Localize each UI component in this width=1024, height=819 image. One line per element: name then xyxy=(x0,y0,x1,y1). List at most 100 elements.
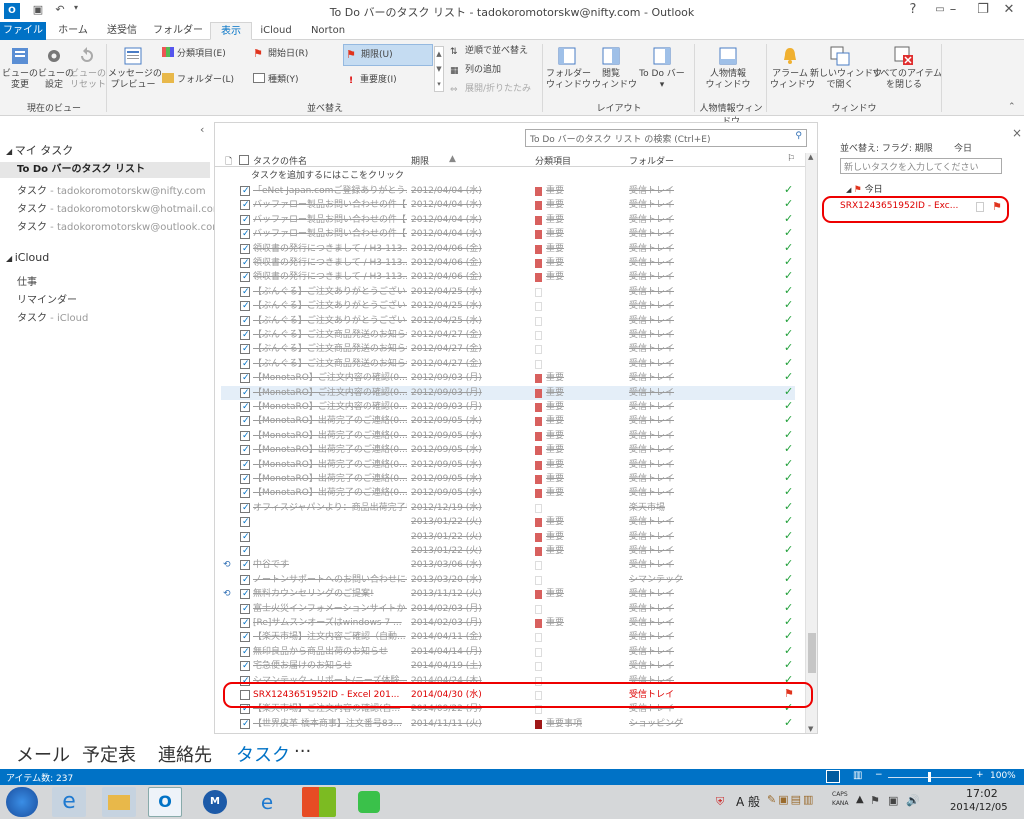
internet-explorer-2-icon[interactable]: e xyxy=(250,787,284,817)
vertical-scrollbar[interactable]: ▲ ▼ xyxy=(805,153,817,733)
zoom-level[interactable]: 100% xyxy=(990,771,1016,781)
check-icon[interactable]: ✓ xyxy=(784,226,793,240)
today-group-header[interactable]: ◢ ⚑ 今日 xyxy=(846,182,883,195)
tab-norton[interactable]: Norton xyxy=(306,22,350,40)
nav-mail[interactable]: メール xyxy=(16,741,70,767)
check-icon[interactable]: ✓ xyxy=(784,399,793,413)
complete-checkbox[interactable] xyxy=(240,342,250,356)
nav-more[interactable]: ··· xyxy=(294,741,311,762)
flag-column-header[interactable]: ⚐ xyxy=(787,154,795,164)
table-row[interactable]: 【MonotaRO】出荷完了のご連絡(0... 2012/09/05 (水) 重要 受… xyxy=(221,442,795,457)
change-view-button[interactable]: ビューの 変更 xyxy=(2,45,38,91)
check-icon[interactable]: ✓ xyxy=(784,529,793,543)
volume-icon[interactable]: 🔊 xyxy=(906,794,920,807)
folder-pane-button[interactable]: フォルダー ウィンドウ xyxy=(546,45,591,91)
check-icon[interactable]: ✓ xyxy=(784,543,793,557)
tab-home[interactable]: ホーム xyxy=(55,22,91,40)
close-button[interactable]: ✕ xyxy=(994,0,1024,22)
table-row[interactable]: 【世界皮革 橋本商事】注文番号83... 2014/11/11 (火) 重要事項 ショ… xyxy=(221,716,795,731)
complete-checkbox[interactable] xyxy=(240,242,250,256)
table-row[interactable]: 「eNet Japan.comご登録ありがとう... 2012/04/04 (水)… xyxy=(221,183,795,198)
complete-checkbox[interactable] xyxy=(240,458,250,472)
table-row[interactable]: 2013/01/22 (火) 重要 受信トレイ ✓ xyxy=(221,529,795,544)
check-icon[interactable]: ✓ xyxy=(784,212,793,226)
zoom-out-icon[interactable]: − xyxy=(875,770,883,780)
check-icon[interactable]: ✓ xyxy=(784,586,793,600)
table-row[interactable]: バッファロー製品お問い合わせの件【お... 2012/04/04 (水) 重要 受信ト… xyxy=(221,212,795,227)
check-icon[interactable]: ✓ xyxy=(784,255,793,269)
arrange-importance[interactable]: ! 重要度(I) xyxy=(345,72,397,88)
network-icon[interactable]: ▣ xyxy=(888,794,898,807)
complete-checkbox[interactable] xyxy=(240,429,250,443)
table-row[interactable]: 領収書の発行につきまして / H3-113... 2012/04/06 (金) 重要… xyxy=(221,241,795,256)
tray-security-icon[interactable]: ⛨ xyxy=(716,795,724,809)
complete-checkbox[interactable] xyxy=(240,602,250,616)
add-columns-button[interactable]: ▦ 列の追加 xyxy=(450,62,501,78)
reverse-sort-button[interactable]: ⇅ 逆順で並べ替え xyxy=(450,43,528,59)
scroll-thumb[interactable] xyxy=(808,633,816,673)
tab-send-receive[interactable]: 送受信 xyxy=(100,22,144,40)
sidebar-item-tasks-outlook[interactable]: タスク - tadokoromotorskw@outlook.com xyxy=(17,218,222,233)
scroll-up-icon[interactable]: ▲ xyxy=(808,153,813,161)
complete-checkbox[interactable] xyxy=(240,299,250,313)
table-row[interactable]: バッファロー製品お問い合わせの件【お... 2012/04/04 (水) 重要 受信ト… xyxy=(221,226,795,241)
icon-column-header[interactable]: 🗋 xyxy=(225,154,232,170)
check-icon[interactable]: ✓ xyxy=(784,716,793,730)
arrange-category[interactable]: 分類項目(E) xyxy=(162,46,226,62)
m-app-icon[interactable]: M xyxy=(198,787,232,817)
complete-checkbox[interactable] xyxy=(240,472,250,486)
normal-view-icon[interactable] xyxy=(826,770,840,783)
complete-checkbox[interactable] xyxy=(240,198,250,212)
message-preview-button[interactable]: メッセージの プレビュー xyxy=(108,45,162,91)
start-button[interactable] xyxy=(6,787,38,817)
close-todo-bar-icon[interactable]: × xyxy=(1012,126,1022,140)
check-icon[interactable]: ✓ xyxy=(784,500,793,514)
table-row[interactable]: バッファロー製品お問い合わせの件【お... 2012/04/04 (水) 重要 受信ト… xyxy=(221,197,795,212)
zoom-in-icon[interactable]: + xyxy=(976,770,984,780)
scroll-down-icon[interactable]: ▼ xyxy=(808,725,813,733)
complete-checkbox[interactable] xyxy=(240,630,250,644)
complete-checkbox[interactable] xyxy=(240,530,250,544)
folder-column-header[interactable]: フォルダー xyxy=(629,154,674,167)
sidebar-item-work[interactable]: 仕事 xyxy=(17,273,37,288)
table-row[interactable]: 【MonotaRO】出荷完了のご連絡(0... 2012/09/05 (水) 重要 受… xyxy=(221,428,795,443)
table-row[interactable]: 【MonotaRO】出荷完了のご連絡(0... 2012/09/05 (水) 重要 受… xyxy=(221,471,795,486)
check-icon[interactable]: ✓ xyxy=(784,313,793,327)
complete-checkbox[interactable] xyxy=(240,184,250,198)
my-tasks-header[interactable]: ◢ マイ タスク xyxy=(6,142,73,158)
table-row[interactable]: ノートンサポートへのお問い合わせにつ... 2013/03/20 (水) シマンテッ… xyxy=(221,572,795,587)
check-icon[interactable]: ✓ xyxy=(784,557,793,571)
todo-sort-today[interactable]: 今日 xyxy=(954,141,972,154)
new-task-input[interactable]: 新しいタスクを入力してください xyxy=(840,158,1002,174)
category-column-header[interactable]: 分類項目 xyxy=(535,154,571,167)
check-icon[interactable]: ✓ xyxy=(784,284,793,298)
arrange-start-date[interactable]: ⚑ 開始日(R) xyxy=(253,46,308,62)
table-row[interactable]: ⟲ 中谷です 2013/03/06 (水) 受信トレイ ✓ xyxy=(221,557,795,572)
check-icon[interactable]: ✓ xyxy=(784,241,793,255)
check-icon[interactable]: ✓ xyxy=(784,385,793,399)
complete-checkbox[interactable] xyxy=(240,659,250,673)
add-task-row[interactable]: タスクを追加するにはここをクリック xyxy=(251,168,404,181)
outlook-taskbar-icon[interactable]: O xyxy=(148,787,182,817)
check-icon[interactable]: ✓ xyxy=(784,658,793,672)
table-row[interactable]: 【MonotaRO】出荷完了のご連絡(0... 2012/09/05 (水) 重要 受… xyxy=(221,485,795,500)
complete-checkbox[interactable] xyxy=(240,371,250,385)
complete-checkbox[interactable] xyxy=(240,616,250,630)
internet-explorer-icon[interactable]: e xyxy=(52,787,86,817)
complete-checkbox[interactable] xyxy=(240,386,250,400)
windows-store-icon[interactable] xyxy=(302,787,336,817)
icloud-header[interactable]: ◢ iCloud xyxy=(6,251,49,264)
search-input[interactable]: To Do バーのタスク リスト の検索 (Ctrl+E) ⚲ xyxy=(525,129,807,147)
reset-view-button[interactable]: ビューの リセット xyxy=(70,45,106,91)
open-new-window-button[interactable]: 新しいウィンドウ で開く xyxy=(810,45,882,91)
table-row[interactable]: 【ぶんぐる】ご注文ありがとうございます。 2012/04/25 (水) 受信トレイ ✓ xyxy=(221,298,795,313)
check-icon[interactable]: ✓ xyxy=(784,413,793,427)
people-pane-button[interactable]: 人物情報 ウィンドウ xyxy=(700,45,756,91)
reminders-button[interactable]: アラーム ウィンドウ xyxy=(770,45,815,91)
complete-checkbox[interactable] xyxy=(240,587,250,601)
action-center-flag-icon[interactable]: ⚑ xyxy=(870,794,880,807)
minimize-button[interactable]: – xyxy=(938,0,968,22)
table-row[interactable]: 【楽天市場】注文内容ご確認（自動... 2014/04/11 (金) 受信トレイ ✓ xyxy=(221,629,795,644)
check-icon[interactable]: ✓ xyxy=(784,341,793,355)
complete-column-header[interactable] xyxy=(239,155,249,165)
